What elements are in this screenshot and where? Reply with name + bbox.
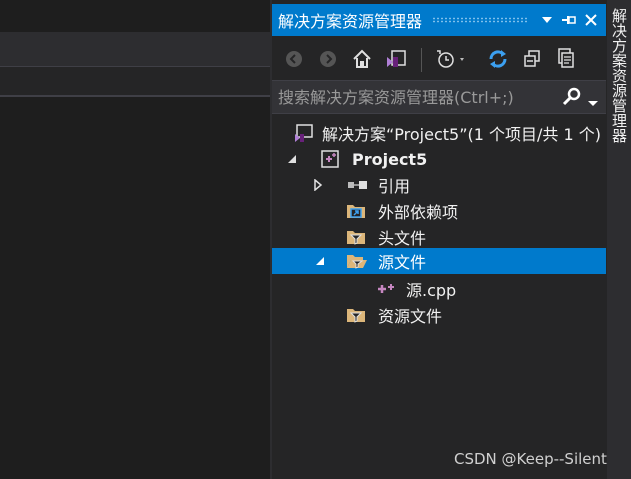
tree-item-label: 资源文件 bbox=[378, 307, 443, 326]
tree-item-label: 引用 bbox=[378, 177, 411, 196]
external-dependencies-folder-icon bbox=[346, 201, 366, 221]
tree-item-label: 头文件 bbox=[378, 229, 427, 248]
references-icon bbox=[346, 175, 367, 195]
editor-area bbox=[0, 0, 270, 479]
expanded-arrow-icon[interactable] bbox=[314, 255, 326, 267]
chevron-down-icon[interactable] bbox=[536, 9, 558, 31]
close-icon[interactable] bbox=[580, 9, 602, 31]
search-box bbox=[272, 80, 606, 114]
tree-item-project[interactable]: Project5 bbox=[272, 146, 606, 172]
solution-explorer-panel: 解决方案资源管理器 搜索解决方案资源管理器(Ctrl+;) 解决方案“Proje… bbox=[272, 0, 607, 479]
tree-item-source-cpp[interactable]: 源.cpp bbox=[272, 276, 606, 302]
tree-item-resource-files[interactable]: 资源文件 bbox=[272, 302, 606, 328]
back-icon[interactable] bbox=[282, 48, 306, 70]
cpp-file-icon bbox=[376, 279, 396, 299]
pending-changes-filter-icon[interactable] bbox=[434, 48, 470, 70]
refresh-icon[interactable] bbox=[486, 48, 510, 70]
tree-item-header-files[interactable]: 头文件 bbox=[272, 224, 606, 250]
panel-title-bar[interactable]: 解决方案资源管理器 bbox=[272, 4, 606, 36]
solution-icon bbox=[294, 123, 314, 143]
tree-item-label: 外部依赖项 bbox=[378, 203, 459, 222]
editor-tab-strip bbox=[0, 32, 270, 66]
pin-icon[interactable] bbox=[558, 9, 580, 31]
tree-item-label: 源文件 bbox=[378, 253, 427, 272]
panel-toolbar bbox=[272, 40, 606, 78]
forward-icon[interactable] bbox=[316, 48, 340, 70]
divider bbox=[0, 95, 270, 97]
filter-folder-icon bbox=[346, 305, 366, 325]
tree-item-references[interactable]: 引用 bbox=[272, 172, 606, 198]
search-input[interactable] bbox=[278, 86, 558, 108]
home-icon[interactable] bbox=[350, 48, 374, 70]
editor-navigation-bar bbox=[0, 67, 270, 95]
vs-switch-view-icon[interactable] bbox=[384, 48, 408, 70]
drag-grip[interactable] bbox=[432, 17, 528, 23]
collapsed-arrow-icon[interactable] bbox=[312, 179, 324, 191]
filter-folder-icon bbox=[346, 227, 366, 247]
toolbar-separator bbox=[421, 48, 422, 72]
watermark: CSDN @Keep--Silent bbox=[454, 450, 607, 468]
cpp-project-icon bbox=[320, 149, 340, 169]
solution-tree: 解决方案“Project5”(1 个项目/共 1 个) Project5 引用 bbox=[272, 118, 606, 479]
panel-title: 解决方案资源管理器 bbox=[278, 12, 423, 31]
show-all-files-icon[interactable] bbox=[554, 48, 578, 70]
collapse-all-icon[interactable] bbox=[520, 48, 544, 70]
expanded-arrow-icon[interactable] bbox=[286, 153, 298, 165]
tree-item-label: 解决方案“Project5”(1 个项目/共 1 个) bbox=[322, 125, 601, 144]
side-tab-label: 解决方案资源管理器 bbox=[610, 8, 628, 143]
tree-item-external-dependencies[interactable]: 外部依赖项 bbox=[272, 198, 606, 224]
tree-item-solution[interactable]: 解决方案“Project5”(1 个项目/共 1 个) bbox=[272, 120, 606, 146]
side-tab-solution-explorer[interactable]: 解决方案资源管理器 bbox=[607, 0, 631, 479]
tree-item-label: Project5 bbox=[352, 149, 428, 169]
search-icon[interactable] bbox=[562, 87, 582, 111]
filter-folder-open-icon bbox=[346, 251, 367, 271]
search-options-dropdown[interactable] bbox=[588, 93, 598, 112]
tree-item-source-files[interactable]: 源文件 bbox=[272, 248, 606, 274]
tree-item-label: 源.cpp bbox=[406, 281, 457, 300]
